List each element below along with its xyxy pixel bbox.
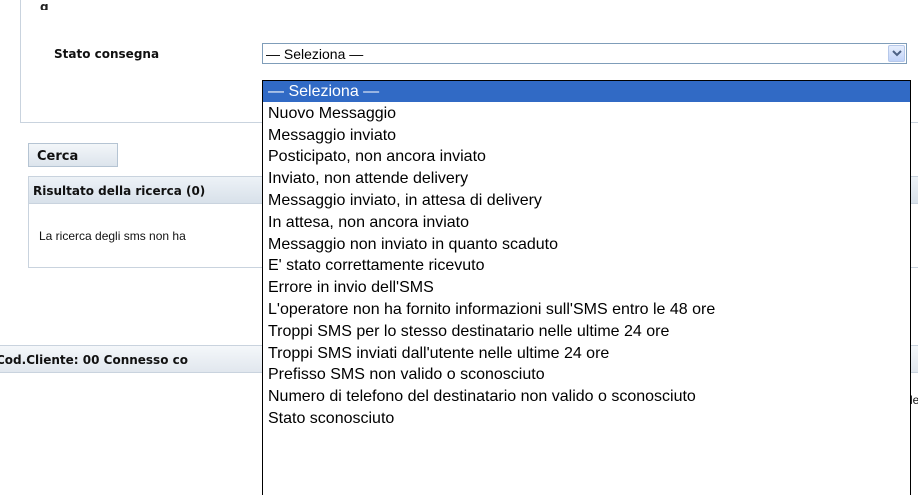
dropdown-option[interactable]: Stato sconosciuto — [263, 408, 910, 429]
right-cut-text: le — [910, 393, 918, 407]
dropdown-option[interactable]: Inviato, non attende delivery — [263, 168, 910, 189]
delivery-status-select[interactable]: — Seleziona — — [262, 43, 907, 64]
delivery-status-options-list: — Seleziona — Nuovo Messaggio Messaggio in… — [262, 80, 911, 495]
dropdown-option[interactable]: Errore in invio dell'SMS — [263, 277, 910, 298]
dropdown-option[interactable]: L'operatore non ha fornito informazioni … — [263, 299, 910, 320]
dropdown-option[interactable]: — Seleziona — — [263, 81, 910, 102]
dropdown-option[interactable]: In attesa, non ancora inviato — [263, 212, 910, 233]
dropdown-option[interactable]: Nuovo Messaggio — [263, 103, 910, 124]
dropdown-option[interactable]: Messaggio inviato — [263, 125, 910, 146]
top-cut-label: g — [40, 0, 49, 10]
chevron-down-icon[interactable] — [888, 45, 905, 62]
dropdown-option[interactable]: E' stato correttamente ricevuto — [263, 255, 910, 276]
sms-search-page: g Stato consegna — Seleziona — Cerca Ris… — [0, 0, 918, 495]
dropdown-option[interactable]: Troppi SMS inviati dall'utente nelle ult… — [263, 343, 910, 364]
dropdown-option[interactable]: Troppi SMS per lo stesso destinatario ne… — [263, 321, 910, 342]
results-title: Risultato della ricerca (0) — [33, 184, 206, 198]
search-button[interactable]: Cerca — [28, 143, 118, 167]
dropdown-option[interactable]: Messaggio inviato, in attesa di delivery — [263, 190, 910, 211]
dropdown-option[interactable]: Numero di telefono del destinatario non … — [263, 386, 910, 407]
dropdown-option[interactable]: Prefisso SMS non valido o sconosciuto — [263, 364, 910, 385]
dropdown-option[interactable]: Messaggio non inviato in quanto scaduto — [263, 234, 910, 255]
delivery-status-label: Stato consegna — [54, 47, 160, 61]
footer-client-info: Cod.Cliente: 00 Connesso co — [0, 353, 188, 367]
select-current-value: — Seleziona — — [266, 46, 364, 62]
dropdown-option[interactable]: Posticipato, non ancora inviato — [263, 146, 910, 167]
no-results-message: La ricerca degli sms non ha — [39, 229, 186, 243]
